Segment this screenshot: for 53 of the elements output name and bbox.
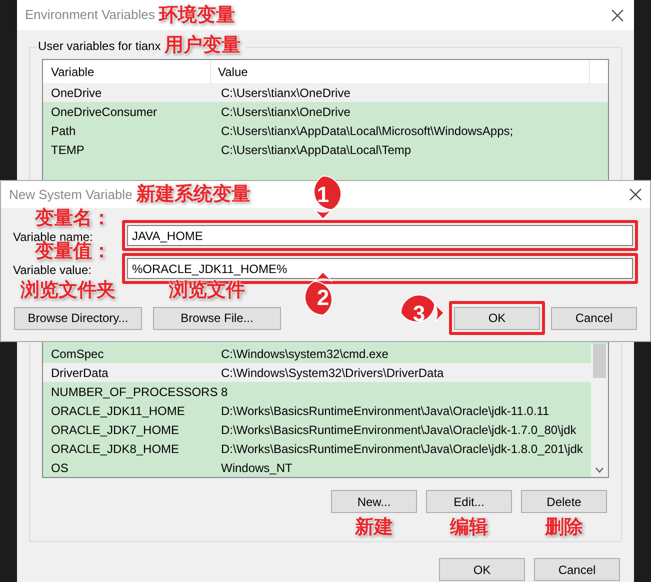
dialog-title: New System Variable <box>9 186 132 204</box>
dialog-button[interactable]: Cancel <box>534 558 620 581</box>
window-title: Environment Variables <box>25 6 155 24</box>
annotation-label: 浏览文件夹 <box>20 281 116 300</box>
variable-name: ORACLE_JDK8_HOME <box>50 440 180 458</box>
variable-name: ComSpec <box>50 346 105 362</box>
variable-name: OneDrive <box>50 84 103 102</box>
variable-value: C:\Users\tianx\OneDrive <box>221 104 350 120</box>
variable-name: NUMBER_OF_PROCESSORS <box>50 384 219 400</box>
annotation-label: 删除 <box>545 518 583 537</box>
dialog-button[interactable]: Edit... <box>426 490 512 513</box>
variable-value: D:\Works\BasicsRuntimeEnvironment\Java\Oracle\jdk-11.0.11 <box>221 402 550 420</box>
text-field[interactable]: %ORACLE_JDK11_HOME% <box>127 258 633 279</box>
variable-value: C:\Windows\System32\Drivers\DriverData <box>221 364 444 382</box>
variable-name: TEMP <box>50 142 86 158</box>
variable-name: OS <box>50 460 70 476</box>
variable-value: C:\Users\tianx\AppData\Local\Temp <box>221 142 412 158</box>
annotation-label: 变量名： <box>35 209 112 228</box>
field-label: Variable value: <box>13 262 92 279</box>
group-label: User variables for tianx <box>38 38 161 54</box>
annotation-label: 编辑 <box>450 518 488 537</box>
variable-name: OneDriveConsumer <box>50 104 158 120</box>
variable-row[interactable]: OneDrive C:\Users\tianx\OneDrive <box>43 83 608 102</box>
annotation-label: 变量值： <box>35 242 112 261</box>
variable-name: DriverData <box>50 364 110 382</box>
variable-value: C:\Users\tianx\OneDrive <box>221 84 350 102</box>
annotation-label: 用户变量 <box>164 36 241 55</box>
dialog-button[interactable]: OK <box>454 306 540 330</box>
dialog-button[interactable]: OK <box>439 558 525 581</box>
variable-name: ORACLE_JDK7_HOME <box>50 422 180 438</box>
variable-value: C:\Users\tianx\AppData\Local\Microsoft\WindowsApps; <box>221 122 514 140</box>
dialog-button[interactable]: Browse Directory... <box>14 306 142 330</box>
variable-row[interactable]: DriverData C:\Windows\System32\Drivers\DriverData <box>43 363 591 382</box>
dialog-button[interactable]: Delete <box>521 490 607 513</box>
annotation-label: 新建系统变量 <box>136 185 250 204</box>
variable-value: D:\Works\BasicsRuntimeEnvironment\Java\Oracle\jdk-1.8.0_201\jdk <box>221 440 583 458</box>
close-icon[interactable] <box>611 8 624 22</box>
scrollbar-thumb[interactable] <box>593 344 606 378</box>
dialog-button[interactable]: New... <box>331 490 417 513</box>
variable-value: C:\Windows\system32\cmd.exe <box>221 346 388 362</box>
variable-value: 8 <box>221 384 228 400</box>
variable-value: Windows_NT <box>221 460 292 476</box>
scrollbar[interactable] <box>591 344 608 477</box>
annotation-label: 新建 <box>355 518 393 537</box>
close-icon[interactable] <box>629 188 642 201</box>
scroll-down-icon[interactable] <box>595 467 604 473</box>
variable-name: ORACLE_JDK11_HOME <box>50 402 186 420</box>
variable-value: D:\Works\BasicsRuntimeEnvironment\Java\Oracle\jdk-1.7.0_80\jdk <box>221 422 576 438</box>
dialog-button[interactable]: Browse File... <box>153 306 281 330</box>
dialog-button[interactable]: Cancel <box>551 306 637 330</box>
text-field[interactable]: JAVA_HOME <box>127 225 633 246</box>
annotation-label: 环境变量 <box>158 6 235 24</box>
variable-name: Path <box>50 122 77 140</box>
